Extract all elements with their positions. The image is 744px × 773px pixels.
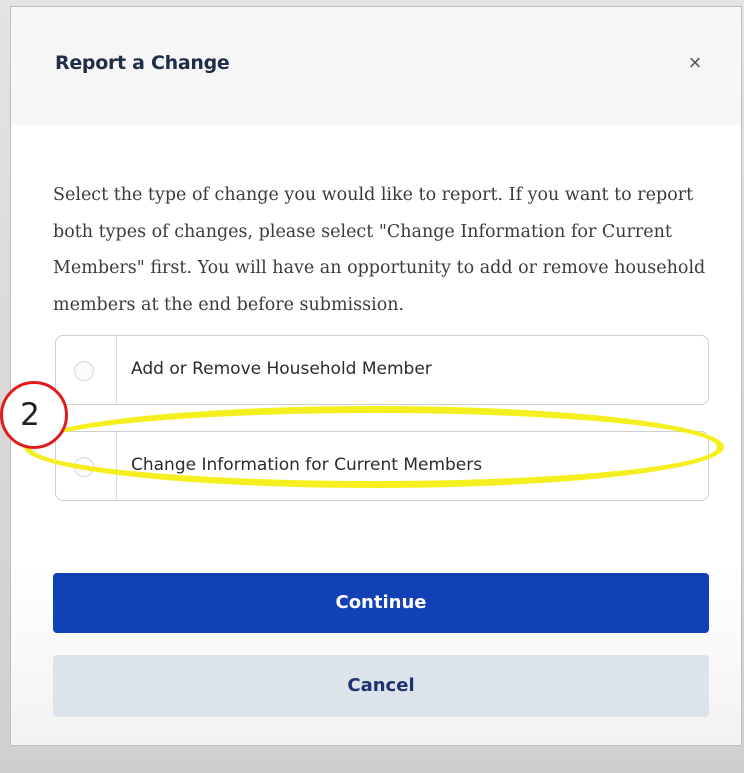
modal-title: Report a Change — [55, 52, 230, 74]
radio-cell — [56, 336, 117, 404]
radio-cell — [56, 432, 117, 500]
cancel-button[interactable]: Cancel — [53, 655, 709, 717]
modal-header: Report a Change × — [11, 7, 741, 125]
radio-button-add-remove[interactable] — [74, 361, 94, 381]
screen: Report a Change × Select the type of cha… — [0, 0, 744, 773]
option-add-remove-member[interactable]: Add or Remove Household Member — [55, 335, 709, 405]
step-number-badge: 2 — [0, 381, 68, 449]
instructions-text: Select the type of change you would like… — [53, 185, 706, 315]
close-icon[interactable]: × — [683, 51, 707, 75]
radio-button-change-info[interactable] — [74, 457, 94, 477]
option-label: Add or Remove Household Member — [131, 359, 432, 379]
option-change-information[interactable]: Change Information for Current Members — [55, 431, 709, 501]
option-label: Change Information for Current Members — [131, 455, 483, 475]
report-change-modal: Report a Change × Select the type of cha… — [10, 6, 742, 746]
continue-button[interactable]: Continue — [53, 573, 709, 633]
